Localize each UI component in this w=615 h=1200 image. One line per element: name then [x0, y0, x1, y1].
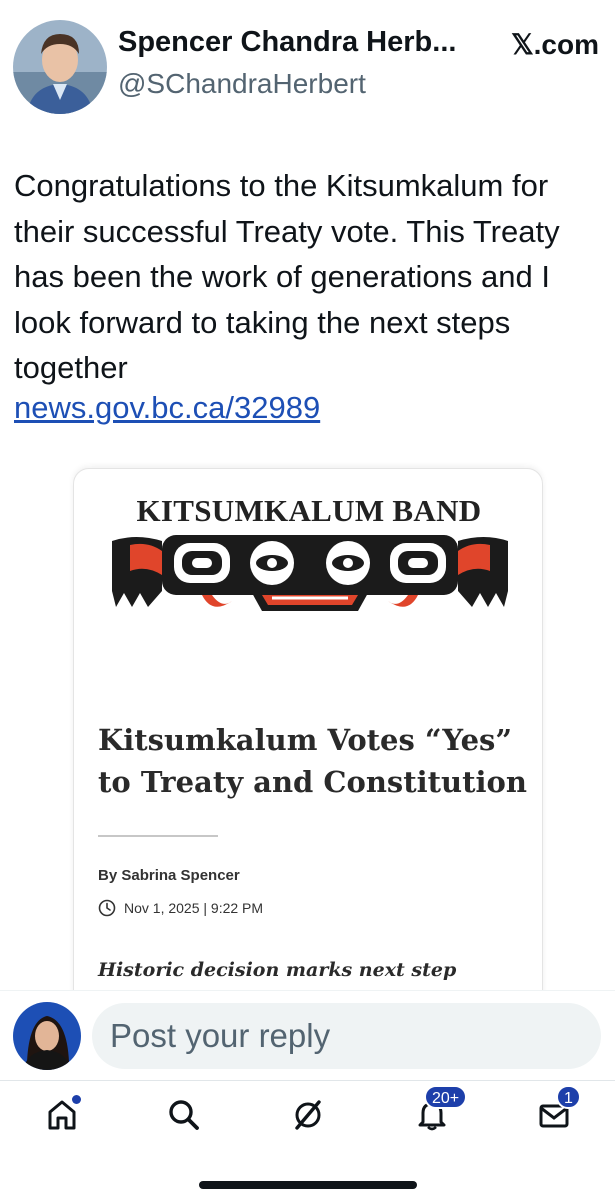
home-indicator[interactable]	[199, 1181, 417, 1189]
tab-search[interactable]	[164, 1095, 204, 1135]
post-header: Spencer Chandra Herb... @SChandraHerbert…	[0, 0, 615, 130]
byline: By Sabrina Spencer	[98, 867, 240, 884]
band-title: KITSUMKALUM BAND	[136, 493, 482, 528]
search-icon	[169, 1100, 199, 1130]
reply-bar: Post your reply	[0, 990, 615, 1080]
clock-icon	[98, 899, 116, 917]
post-link[interactable]: news.gov.bc.ca/32989	[14, 390, 320, 426]
reply-input[interactable]: Post your reply	[92, 1003, 601, 1069]
dateline: Nov 1, 2025 | 9:22 PM	[98, 899, 263, 917]
author-name[interactable]: Spencer Chandra Herb...	[118, 26, 478, 59]
author-handle[interactable]: @SChandraHerbert	[118, 68, 366, 100]
kitsumkalum-emblem-logo	[112, 535, 508, 611]
tab-notifications[interactable]: 20+	[412, 1085, 468, 1135]
article-title: Kitsumkalum Votes “Yes” to Treaty and Co…	[98, 723, 527, 799]
notifications-badge: 20+	[424, 1085, 468, 1109]
author-avatar[interactable]	[13, 20, 107, 114]
messages-badge: 1	[556, 1085, 581, 1109]
post-text: Congratulations to the Kitsumkalum for t…	[14, 168, 560, 385]
source-badge[interactable]: 𝕏.com	[511, 28, 599, 61]
divider	[98, 835, 218, 837]
tab-messages[interactable]: 1	[534, 1085, 581, 1135]
article-subhead: Historic decision marks next step	[98, 959, 457, 981]
user-avatar[interactable]	[13, 1002, 81, 1070]
tab-grok[interactable]	[288, 1095, 328, 1135]
tab-home[interactable]	[42, 1095, 82, 1135]
grok-icon	[295, 1100, 321, 1130]
x-logo-icon: 𝕏.com	[511, 29, 599, 60]
link-preview-card[interactable]: KITSUMKALUM BAND Kitsumkalum Votes “Yes”…	[73, 468, 543, 1028]
article-date: Nov 1, 2025 | 9:22 PM	[124, 900, 264, 916]
home-activity-dot	[72, 1095, 81, 1104]
